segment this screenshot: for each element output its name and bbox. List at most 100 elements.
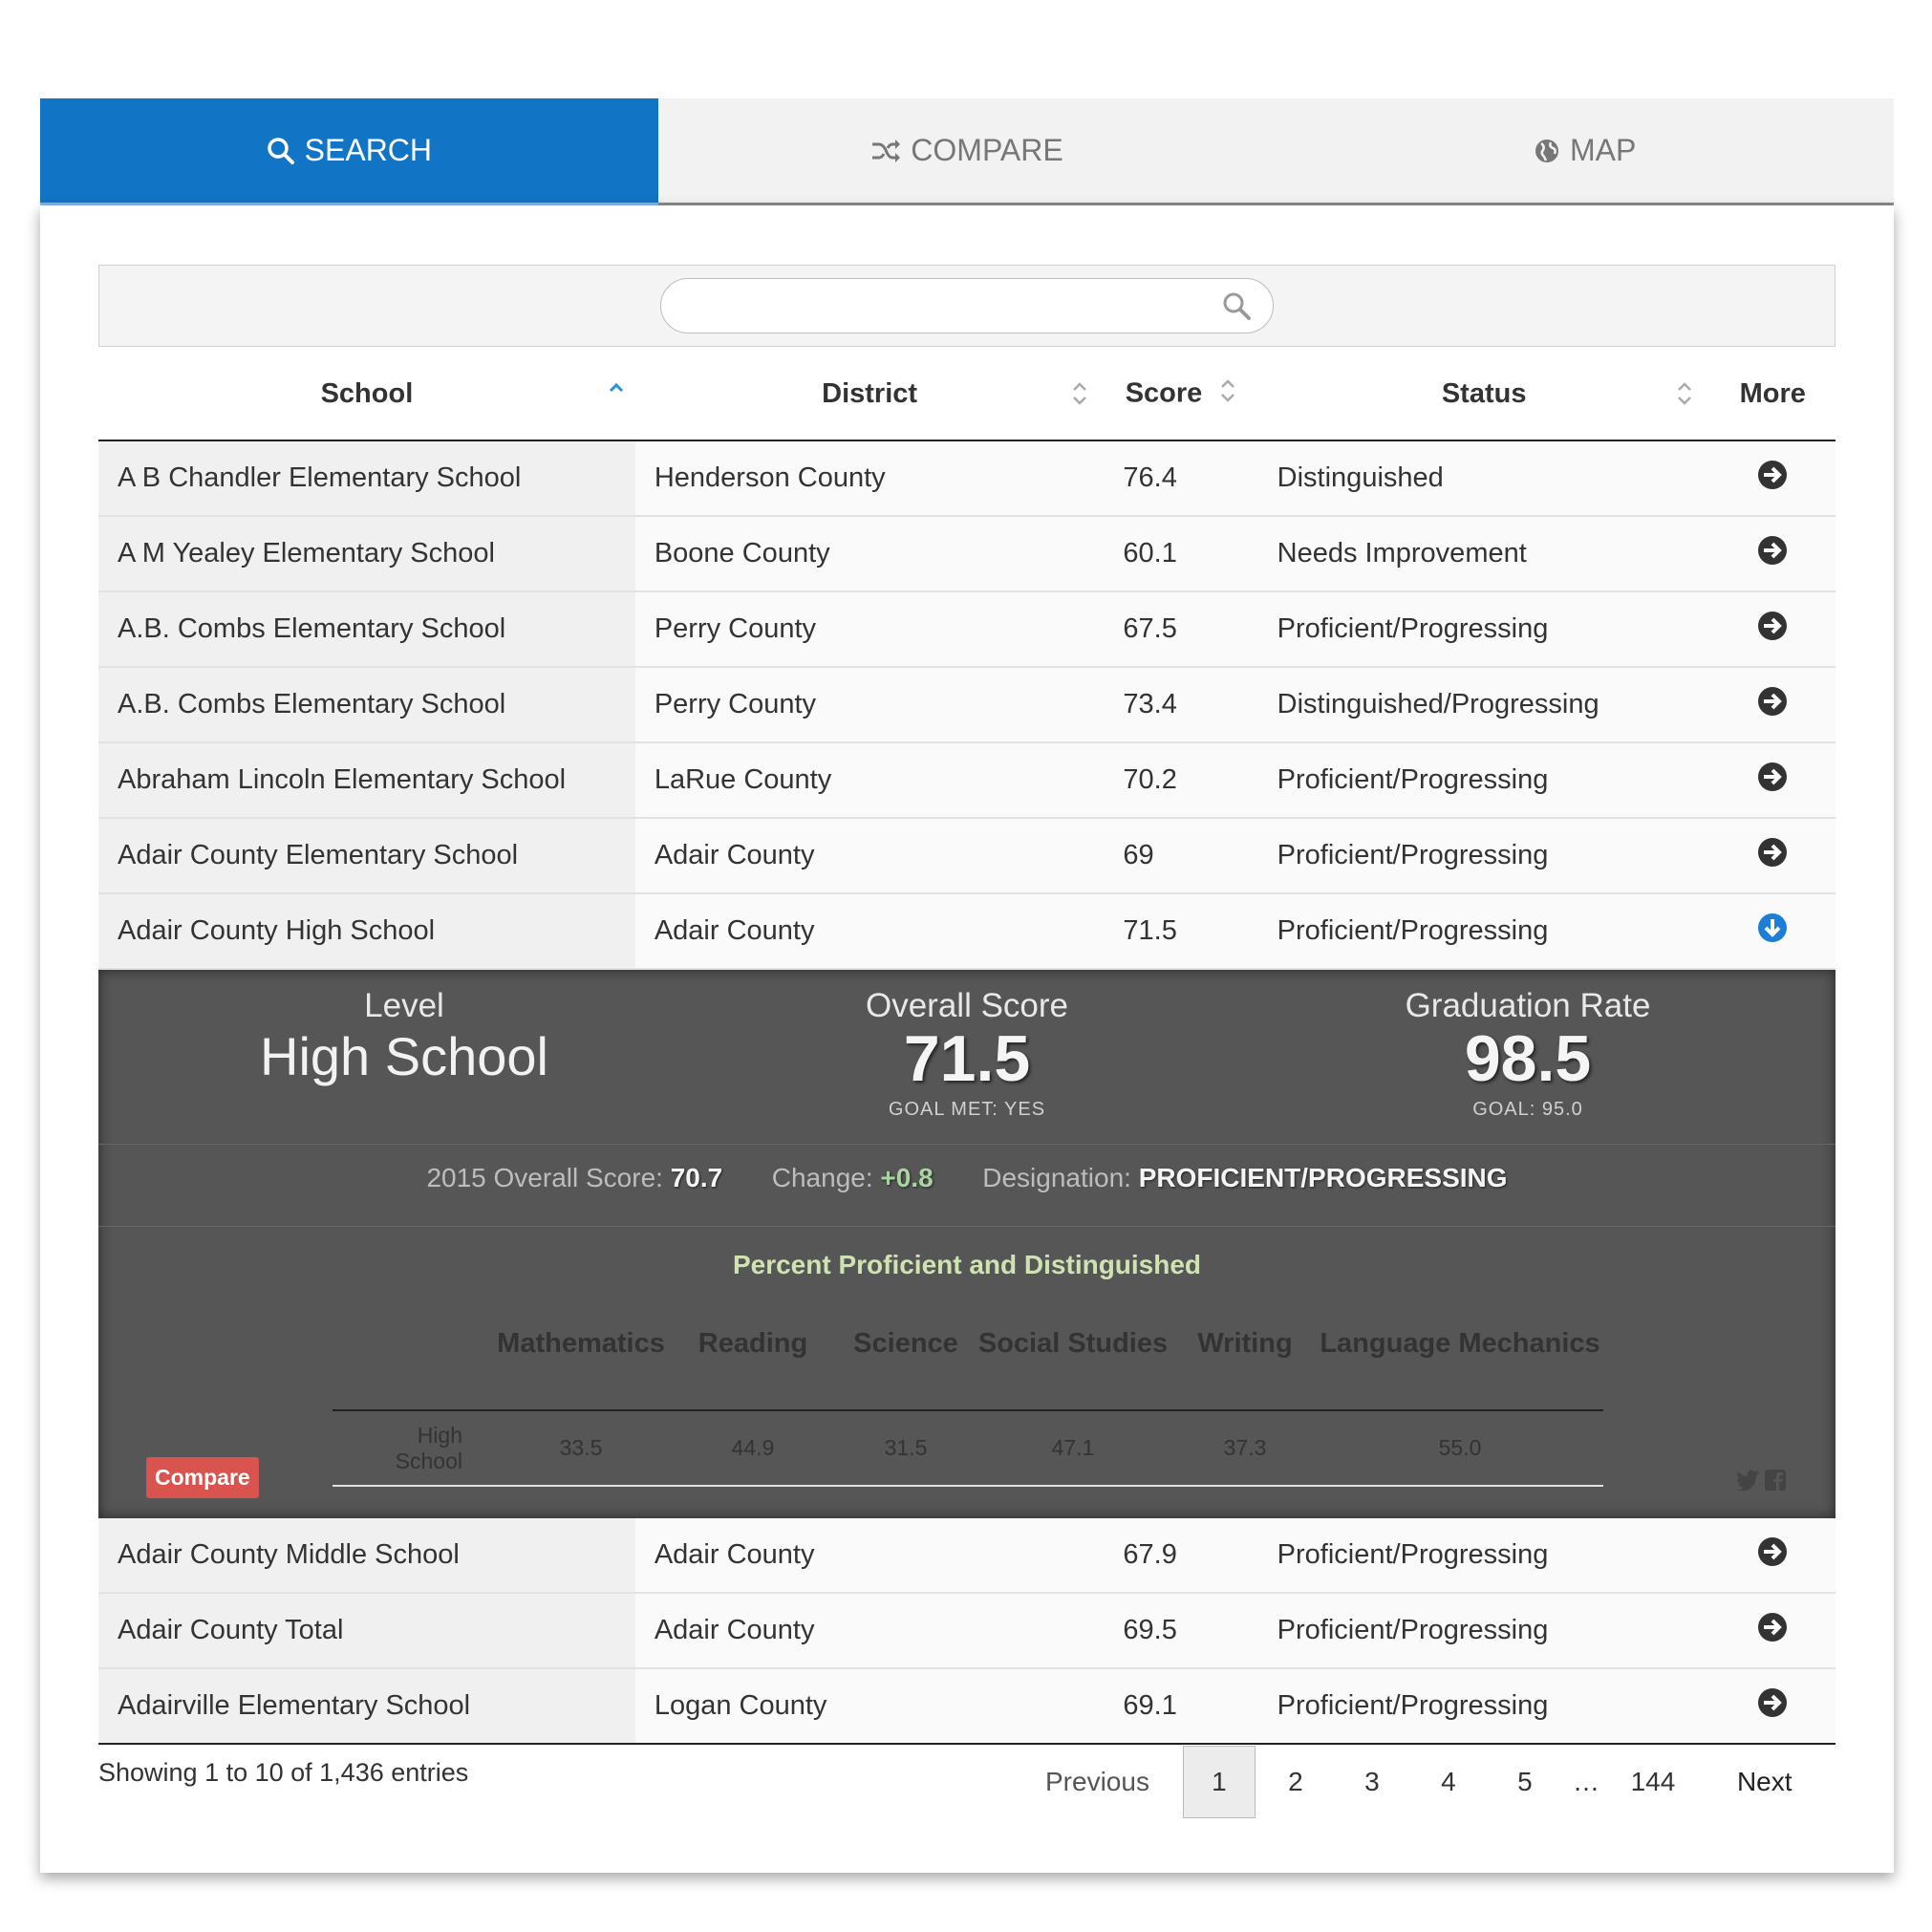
table-row[interactable]: Adairville Elementary School Logan Count… — [98, 1668, 1835, 1745]
arrow-right-circle-icon[interactable] — [1756, 1611, 1789, 1651]
header-more: More — [1709, 349, 1835, 441]
level-value: High School — [260, 1026, 548, 1086]
social-share — [1736, 1467, 1786, 1498]
arrow-right-circle-icon[interactable] — [1756, 1686, 1789, 1727]
school-name: A M Yealey Elementary School — [98, 516, 635, 592]
page-button[interactable]: 4 — [1412, 1746, 1485, 1818]
more-cell — [1709, 893, 1835, 970]
status-value: Proficient/Progressing — [1257, 818, 1710, 894]
district-name: Boone County — [634, 516, 1105, 592]
sort-both-icon — [1219, 376, 1236, 413]
arrow-right-circle-icon[interactable] — [1756, 836, 1789, 876]
tab-compare[interactable]: COMPARE — [658, 98, 1277, 203]
table-row[interactable]: A.B. Combs Elementary School Perry Count… — [98, 667, 1835, 743]
ppd-header: Science — [839, 1299, 973, 1411]
school-name: Adairville Elementary School — [98, 1668, 635, 1745]
ppd-header: Social Studies — [973, 1299, 1173, 1411]
score-value: 67.5 — [1104, 591, 1258, 668]
tab-bar: SEARCH COMPARE MAP — [40, 98, 1894, 205]
page-button-current[interactable]: 1 — [1182, 1746, 1256, 1818]
ppd-value: 33.5 — [495, 1410, 667, 1487]
arrow-right-circle-icon[interactable] — [1756, 610, 1789, 650]
prev-score-value: 70.7 — [670, 1163, 723, 1192]
page-button[interactable]: 5 — [1489, 1746, 1561, 1818]
ppd-title: Percent Proficient and Distinguished — [732, 1250, 1202, 1279]
table-row-expanded[interactable]: Adair County High School Adair County 71… — [98, 893, 1835, 970]
arrow-right-circle-icon[interactable] — [1756, 1535, 1789, 1576]
arrow-right-circle-icon[interactable] — [1756, 534, 1789, 574]
search-icon[interactable] — [1221, 290, 1252, 326]
score-summary: 2015 Overall Score: 70.7 Change: +0.8 De… — [98, 1163, 1835, 1193]
school-name: A.B. Combs Elementary School — [98, 591, 635, 668]
facebook-icon[interactable] — [1765, 1467, 1786, 1498]
sort-asc-icon — [607, 370, 626, 401]
pagination: Previous 1 2 3 4 5 … 144 Next — [1045, 1746, 1792, 1818]
district-name: Adair County — [634, 893, 1105, 970]
ppd-header: Language Mechanics — [1317, 1299, 1603, 1411]
search-bar — [98, 265, 1835, 347]
arrow-right-circle-icon[interactable] — [1756, 459, 1789, 499]
overall-score-stat: Overall Score 71.5 GOAL MET: YES — [776, 987, 1158, 1121]
arrow-right-circle-icon[interactable] — [1756, 761, 1789, 801]
table-row[interactable]: Adair County Total Adair County 69.5 Pro… — [98, 1593, 1835, 1669]
page-button[interactable]: 2 — [1259, 1746, 1332, 1818]
status-value: Distinguished — [1257, 440, 1710, 517]
school-name: A B Chandler Elementary School — [98, 440, 635, 517]
globe-icon — [1534, 138, 1560, 164]
tab-map[interactable]: MAP — [1276, 98, 1894, 203]
ppd-header: Reading — [667, 1299, 839, 1411]
sort-both-icon — [1676, 379, 1693, 416]
district-name: LaRue County — [634, 742, 1105, 819]
table-row[interactable]: Abraham Lincoln Elementary School LaRue … — [98, 742, 1835, 819]
status-value: Distinguished/Progressing — [1257, 667, 1710, 743]
status-value: Proficient/Progressing — [1257, 893, 1710, 970]
header-score[interactable]: Score — [1104, 349, 1258, 441]
header-district[interactable]: District — [634, 349, 1105, 441]
status-value: Proficient/Progressing — [1257, 1593, 1710, 1669]
sort-both-icon — [1071, 379, 1088, 416]
status-value: Proficient/Progressing — [1257, 591, 1710, 668]
graduation-rate-label: Graduation Rate — [1405, 987, 1651, 1024]
table-row[interactable]: A.B. Combs Elementary School Perry Count… — [98, 591, 1835, 668]
more-cell — [1709, 591, 1835, 668]
previous-button[interactable]: Previous — [1045, 1767, 1149, 1797]
school-name: Abraham Lincoln Elementary School — [98, 742, 635, 819]
twitter-icon[interactable] — [1736, 1467, 1761, 1498]
compare-button[interactable]: Compare — [146, 1457, 259, 1498]
school-name: Adair County Total — [98, 1593, 635, 1669]
change-value: +0.8 — [880, 1163, 934, 1192]
ppd-row-label: High School — [333, 1410, 495, 1487]
page-button-last[interactable]: 144 — [1607, 1746, 1699, 1818]
table-row[interactable]: A B Chandler Elementary School Henderson… — [98, 440, 1835, 517]
ppd-table: Mathematics Reading Science Social Studi… — [333, 1299, 1603, 1487]
table-row[interactable]: Adair County Elementary School Adair Cou… — [98, 818, 1835, 894]
arrow-down-circle-icon[interactable] — [1756, 912, 1789, 952]
tab-search[interactable]: SEARCH — [40, 98, 658, 205]
table-row[interactable]: A M Yealey Elementary School Boone Count… — [98, 516, 1835, 592]
search-box — [660, 278, 1274, 333]
search-input[interactable] — [684, 279, 1223, 333]
tab-search-label: SEARCH — [304, 133, 433, 167]
search-icon — [267, 137, 295, 165]
prev-score-label: 2015 Overall Score: — [426, 1163, 663, 1192]
arrow-right-circle-icon[interactable] — [1756, 685, 1789, 725]
next-button[interactable]: Next — [1737, 1767, 1792, 1797]
page-button[interactable]: 3 — [1336, 1746, 1408, 1818]
header-school[interactable]: School — [98, 349, 635, 441]
pagination-ellipsis: … — [1572, 1767, 1599, 1796]
more-cell — [1709, 1668, 1835, 1745]
results-panel: School District Score Status More A B Ch… — [40, 205, 1894, 1873]
overall-score-goal: GOAL MET: YES — [888, 1099, 1046, 1121]
detail-row: Level High School Overall Score 71.5 GOA… — [98, 969, 1835, 1518]
tab-map-label: MAP — [1570, 133, 1637, 167]
header-status[interactable]: Status — [1257, 349, 1710, 441]
designation-label: Designation: — [982, 1163, 1131, 1192]
graduation-rate-value: 98.5 — [1464, 1022, 1592, 1095]
overall-score-label: Overall Score — [865, 987, 1069, 1024]
overall-score-value: 71.5 — [903, 1022, 1031, 1095]
table-row[interactable]: Adair County Middle School Adair County … — [98, 1518, 1835, 1594]
district-name: Henderson County — [634, 440, 1105, 517]
ppd-value: 31.5 — [839, 1410, 973, 1487]
shuffle-icon — [870, 138, 901, 164]
score-value: 70.2 — [1104, 742, 1258, 819]
